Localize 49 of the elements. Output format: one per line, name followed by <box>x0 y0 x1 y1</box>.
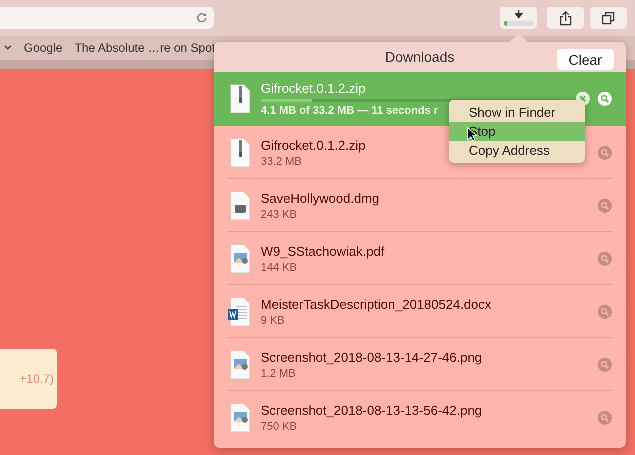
page-card: +10.7) <box>0 349 57 409</box>
address-field[interactable] <box>0 7 214 29</box>
download-row[interactable]: Screenshot_2018-08-13-13-56-42.png 750 KB <box>214 391 626 444</box>
file-name: Screenshot_2018-08-13-13-56-42.png <box>261 402 482 418</box>
search-icon[interactable] <box>598 146 612 160</box>
file-size: 4.1 MB of 33.2 MB — 11 seconds r <box>261 105 438 117</box>
image-file-icon <box>228 350 252 380</box>
download-row[interactable]: W9_SStachowiak.pdf 144 KB <box>214 232 626 285</box>
menu-item[interactable]: Show in Finder <box>449 103 585 122</box>
file-name: Gifrocket.0.1.2.zip <box>261 81 366 96</box>
popover-title: Downloads <box>385 49 455 65</box>
tabs-button[interactable] <box>590 7 627 29</box>
share-icon <box>560 10 572 26</box>
file-name: W9_SStachowiak.pdf <box>261 244 385 258</box>
reload-icon[interactable] <box>196 12 208 24</box>
search-icon[interactable] <box>598 198 612 212</box>
menu-item[interactable]: Copy Address <box>449 141 585 160</box>
search-icon[interactable] <box>598 358 612 372</box>
search-icon[interactable] <box>598 92 612 106</box>
clear-button[interactable]: Clear <box>557 49 614 70</box>
tabs-icon <box>602 12 615 24</box>
download-arrow-icon <box>514 10 522 19</box>
zipper-file-icon <box>228 138 252 168</box>
file-name: Gifrocket.0.1.2.zip <box>261 138 366 152</box>
file-name: SaveHollywood.dmg <box>261 190 380 206</box>
share-button[interactable] <box>547 7 584 29</box>
file-name: Screenshot_2018-08-13-14-27-46.png <box>261 350 482 364</box>
image-file-icon <box>228 402 252 432</box>
zipper-file-icon <box>228 84 252 114</box>
chevron-icon[interactable] <box>4 45 12 51</box>
downloads-button[interactable] <box>500 7 537 29</box>
bookmark-link[interactable]: The Absolute …re on Spot <box>74 41 216 55</box>
download-row[interactable]: MeisterTaskDescription_20180524.docx 9 KB <box>214 285 626 338</box>
bookmark-link[interactable]: Google <box>24 41 63 55</box>
file-size: 1.2 MB <box>261 368 296 380</box>
download-row[interactable]: Screenshot_2018-08-13-14-27-46.png 1.2 MB <box>214 338 626 391</box>
file-size: 144 KB <box>261 262 298 274</box>
disk-file-icon <box>228 190 252 220</box>
word-file-icon <box>228 296 252 326</box>
search-icon[interactable] <box>598 304 612 318</box>
file-size: 243 KB <box>261 208 298 220</box>
file-size: 33.2 MB <box>261 156 302 168</box>
download-row[interactable]: SaveHollywood.dmg 243 KB <box>214 179 626 232</box>
file-size: 750 KB <box>261 420 298 432</box>
search-icon[interactable] <box>598 252 612 266</box>
image-file-icon <box>228 244 252 274</box>
file-name: MeisterTaskDescription_20180524.docx <box>261 296 492 312</box>
file-size: 9 KB <box>261 314 285 326</box>
search-icon[interactable] <box>598 410 612 424</box>
